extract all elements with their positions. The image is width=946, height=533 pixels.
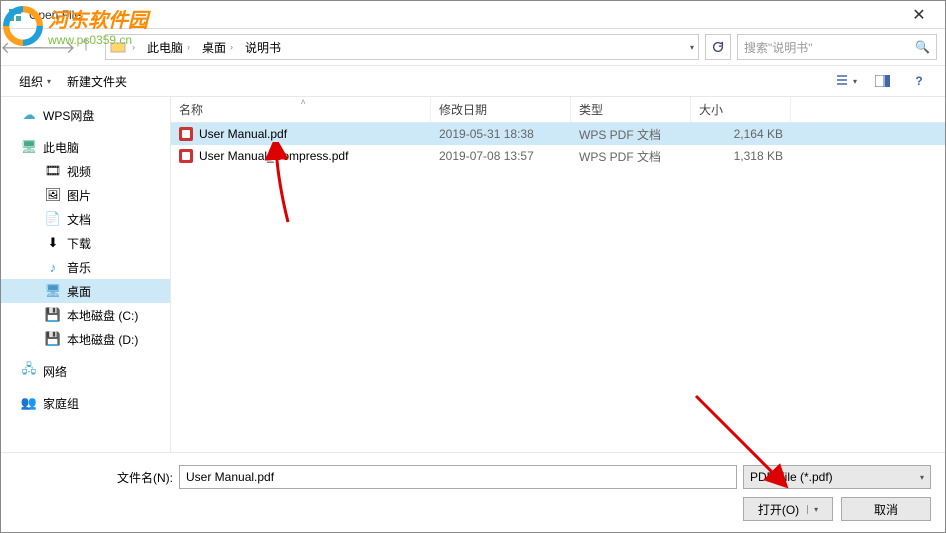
toolbar: 组织▾ 新建文件夹 ▾ ? bbox=[1, 65, 945, 97]
window-title: Open File bbox=[29, 8, 81, 22]
sidebar-music[interactable]: ♪音乐 bbox=[1, 255, 170, 279]
sidebar-diskd[interactable]: 💾本地磁盘 (D:) bbox=[1, 327, 170, 351]
nav-row: 🡐 🡒 🡑 › 此电脑› 桌面› 说明书 ▾ 搜索"说明书" 🔍 bbox=[1, 29, 945, 65]
file-name: User Manual_Compress.pdf bbox=[199, 149, 348, 163]
file-size: 2,164 KB bbox=[691, 127, 791, 141]
search-icon: 🔍 bbox=[915, 40, 930, 54]
refresh-button[interactable] bbox=[705, 34, 731, 60]
footer: 文件名(N): PDF File (*.pdf)▾ 打开(O)▾ 取消 bbox=[1, 452, 945, 532]
help-button[interactable]: ? bbox=[903, 70, 935, 92]
sidebar-pictures[interactable]: 🖼图片 bbox=[1, 183, 170, 207]
cancel-button[interactable]: 取消 bbox=[841, 497, 931, 521]
filename-label: 文件名(N): bbox=[15, 469, 173, 486]
titlebar: Open File ✕ bbox=[1, 1, 945, 29]
sidebar-desktop[interactable]: 🖥桌面 bbox=[1, 279, 170, 303]
col-type[interactable]: 类型 bbox=[571, 97, 691, 122]
sidebar-network[interactable]: 🖧网络 bbox=[1, 359, 170, 383]
file-row[interactable]: User Manual_Compress.pdf 2019-07-08 13:5… bbox=[171, 145, 945, 167]
crumb-2[interactable]: 说明书 bbox=[245, 39, 281, 56]
column-header[interactable]: 名称˄ 修改日期 类型 大小 bbox=[171, 97, 945, 123]
path-dropdown[interactable]: ▾ bbox=[690, 43, 694, 52]
app-icon bbox=[7, 7, 23, 23]
pdf-icon bbox=[179, 149, 193, 163]
file-name: User Manual.pdf bbox=[199, 127, 287, 141]
filename-input[interactable] bbox=[179, 465, 737, 489]
col-date[interactable]: 修改日期 bbox=[431, 97, 571, 122]
file-date: 2019-07-08 13:57 bbox=[431, 149, 571, 163]
sort-indicator: ˄ bbox=[301, 97, 306, 107]
col-size[interactable]: 大小 bbox=[691, 97, 791, 122]
newfolder-button[interactable]: 新建文件夹 bbox=[59, 69, 135, 94]
sidebar-downloads[interactable]: ⬇下载 bbox=[1, 231, 170, 255]
sidebar-homegroup[interactable]: 👥家庭组 bbox=[1, 391, 170, 415]
filetype-filter[interactable]: PDF File (*.pdf)▾ bbox=[743, 465, 931, 489]
file-row[interactable]: User Manual.pdf 2019-05-31 18:38 WPS PDF… bbox=[171, 123, 945, 145]
organize-button[interactable]: 组织▾ bbox=[11, 69, 59, 94]
open-button[interactable]: 打开(O)▾ bbox=[743, 497, 833, 521]
breadcrumb[interactable]: › 此电脑› 桌面› 说明书 ▾ bbox=[105, 34, 699, 60]
sidebar-wps[interactable]: ☁WPS网盘 bbox=[1, 103, 170, 127]
forward-button: 🡒 bbox=[41, 34, 67, 60]
col-name[interactable]: 名称˄ bbox=[171, 97, 431, 122]
view-options-button[interactable]: ▾ bbox=[831, 70, 863, 92]
crumb-0[interactable]: 此电脑 bbox=[147, 39, 183, 56]
sidebar-diskc[interactable]: 💾本地磁盘 (C:) bbox=[1, 303, 170, 327]
crumb-1[interactable]: 桌面 bbox=[202, 39, 226, 56]
folder-icon bbox=[110, 39, 126, 55]
sidebar-thispc[interactable]: 🖥此电脑 bbox=[1, 135, 170, 159]
sidebar: ☁WPS网盘 🖥此电脑 🎞视频 🖼图片 📄文档 ⬇下载 ♪音乐 🖥桌面 💾本地磁… bbox=[1, 97, 171, 452]
up-button[interactable]: 🡑 bbox=[73, 34, 99, 60]
search-placeholder: 搜索"说明书" bbox=[744, 39, 813, 56]
close-button[interactable]: ✕ bbox=[899, 3, 939, 27]
file-size: 1,318 KB bbox=[691, 149, 791, 163]
file-type: WPS PDF 文档 bbox=[571, 148, 691, 165]
file-type: WPS PDF 文档 bbox=[571, 126, 691, 143]
file-list: 名称˄ 修改日期 类型 大小 User Manual.pdf 2019-05-3… bbox=[171, 97, 945, 452]
back-button[interactable]: 🡐 bbox=[9, 34, 35, 60]
file-date: 2019-05-31 18:38 bbox=[431, 127, 571, 141]
sidebar-video[interactable]: 🎞视频 bbox=[1, 159, 170, 183]
search-input[interactable]: 搜索"说明书" 🔍 bbox=[737, 34, 937, 60]
sidebar-documents[interactable]: 📄文档 bbox=[1, 207, 170, 231]
preview-pane-button[interactable] bbox=[867, 70, 899, 92]
pdf-icon bbox=[179, 127, 193, 141]
